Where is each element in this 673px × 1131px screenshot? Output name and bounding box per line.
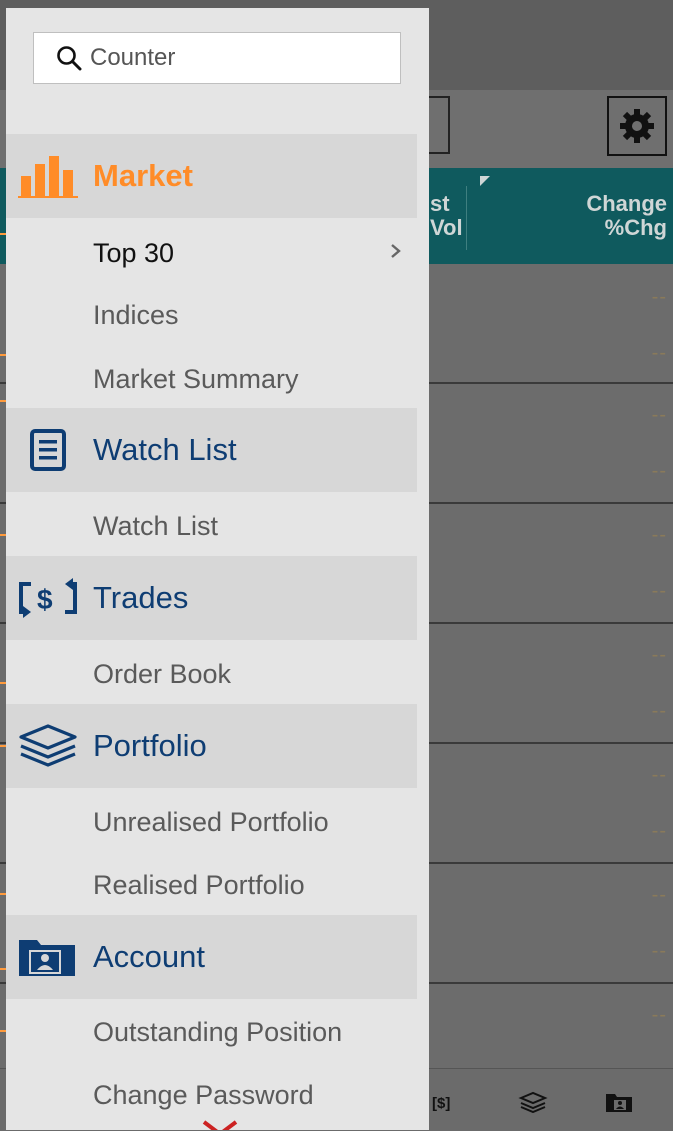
empty-value: --: [651, 342, 667, 364]
exchange-dollar-icon: $: [16, 572, 80, 624]
menu-item-realised-portfolio[interactable]: Realised Portfolio: [93, 870, 305, 901]
menu-item-top-30[interactable]: Top 30: [93, 238, 174, 269]
account-nav-icon[interactable]: [604, 1089, 634, 1115]
empty-value: --: [651, 404, 667, 426]
trades-nav-icon[interactable]: [$]: [432, 1089, 462, 1115]
empty-value: --: [651, 460, 667, 482]
empty-value: --: [651, 286, 667, 308]
svg-text:[$]: [$]: [432, 1095, 450, 1112]
background-column-last-vol[interactable]: st Vol: [430, 192, 463, 240]
empty-value: --: [651, 700, 667, 722]
empty-value: --: [651, 644, 667, 666]
column-divider: [466, 186, 467, 250]
empty-value: --: [651, 524, 667, 546]
search-icon: [57, 46, 82, 71]
portfolio-nav-icon[interactable]: [518, 1089, 548, 1115]
section-label: Watch List: [93, 432, 237, 467]
column-header-line: Vol: [430, 215, 463, 240]
layers-icon: [16, 720, 80, 772]
empty-value: --: [651, 820, 667, 842]
chevron-down-icon[interactable]: [202, 1120, 238, 1130]
section-label: Market: [93, 158, 193, 193]
bar-chart-icon: [16, 150, 80, 202]
list-icon: [16, 424, 80, 476]
menu-item-outstanding-position[interactable]: Outstanding Position: [93, 1017, 342, 1048]
section-account[interactable]: Account: [6, 915, 417, 999]
navigation-drawer: Market Top 30 Indices Market Summary Wat…: [6, 8, 429, 1130]
empty-value: --: [651, 764, 667, 786]
column-header-line: st: [430, 191, 450, 216]
menu-item-change-password[interactable]: Change Password: [93, 1080, 314, 1111]
empty-value: --: [651, 940, 667, 962]
column-header-line: %Chg: [604, 215, 667, 240]
account-folder-icon: [16, 931, 80, 983]
section-watch-list[interactable]: Watch List: [6, 408, 417, 492]
empty-value: --: [651, 1004, 667, 1026]
chevron-right-icon: [391, 244, 401, 258]
section-label: Portfolio: [93, 728, 207, 763]
column-header-line: Change: [586, 191, 667, 216]
search-input[interactable]: [88, 43, 392, 73]
menu-item-order-book[interactable]: Order Book: [93, 659, 231, 690]
svg-text:$: $: [37, 584, 53, 615]
section-label: Trades: [93, 580, 189, 615]
background-dropdown[interactable]: [428, 96, 450, 154]
settings-button[interactable]: [607, 96, 667, 156]
menu-item-indices[interactable]: Indices: [93, 300, 179, 331]
menu-item-watch-list[interactable]: Watch List: [93, 511, 218, 542]
menu-item-market-summary[interactable]: Market Summary: [93, 364, 299, 395]
section-market[interactable]: Market: [6, 134, 417, 218]
section-trades[interactable]: $ Trades: [6, 556, 417, 640]
empty-value: --: [651, 580, 667, 602]
background-column-change[interactable]: Change %Chg: [586, 192, 667, 240]
empty-value: --: [651, 884, 667, 906]
search-bar[interactable]: [33, 32, 401, 84]
sort-indicator-icon: [480, 176, 490, 186]
gear-icon: [620, 109, 654, 143]
section-label: Account: [93, 939, 206, 974]
menu-item-unrealised-portfolio[interactable]: Unrealised Portfolio: [93, 807, 329, 838]
section-portfolio[interactable]: Portfolio: [6, 704, 417, 788]
